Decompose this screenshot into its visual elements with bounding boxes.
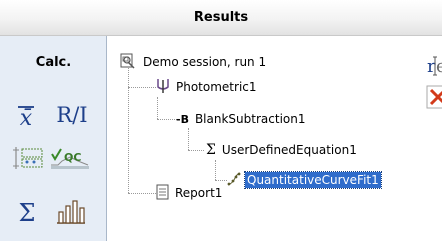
tree-node-photometric[interactable]: Photometric1 (156, 78, 259, 96)
tree-node-label: QuantitativeCurveFit1 (244, 171, 382, 189)
tree-connector (215, 160, 216, 180)
tree-node-blank-subtraction[interactable]: -B BlankSubtraction1 (176, 110, 307, 128)
delete-button[interactable] (426, 84, 442, 110)
svg-text:Σ: Σ (19, 199, 36, 226)
tree-connector (215, 180, 227, 181)
results-title: Results (193, 10, 249, 25)
matrix-tool-icon[interactable] (12, 147, 44, 169)
tree-node-label: Photometric1 (176, 80, 257, 94)
tree-connector (157, 97, 158, 119)
tree-node-label: UserDefinedEquation1 (221, 143, 357, 157)
svg-text:e: e (436, 56, 442, 77)
tree-connector (157, 119, 177, 120)
tree-node-report[interactable]: Report1 (156, 184, 224, 202)
sigma-icon: Σ (206, 142, 216, 158)
photometric-icon (156, 78, 170, 97)
svg-text:R/I: R/I (56, 103, 87, 127)
tree-connector (188, 150, 204, 151)
bar-chart-icon[interactable] (56, 198, 86, 224)
tree-node-label: Report1 (175, 186, 223, 200)
tree-connector (128, 63, 129, 193)
report-icon (156, 184, 169, 203)
session-icon (119, 53, 137, 72)
sum-icon[interactable]: Σ (14, 196, 40, 227)
tree-connector (128, 193, 156, 194)
svg-text:x̄: x̄ (20, 106, 33, 128)
results-header: Results (0, 0, 442, 36)
tree-node-label: BlankSubtraction1 (194, 112, 306, 126)
tree-node-label: Demo session, run 1 (143, 55, 267, 69)
tree-node-user-defined-equation[interactable]: Σ UserDefinedEquation1 (206, 141, 359, 159)
tree-connector (128, 87, 156, 88)
qc-icon[interactable]: QC (50, 147, 90, 169)
results-tree: Demo session, run 1 Photometric1 -B Blan… (108, 36, 442, 241)
rename-button[interactable]: r e (426, 52, 442, 78)
tree-connector (188, 128, 189, 150)
tree-node-session[interactable]: Demo session, run 1 (119, 53, 268, 71)
ratio-icon[interactable]: R/I (48, 98, 96, 128)
calc-title: Calc. (35, 55, 72, 70)
curve-fit-icon (227, 172, 241, 189)
tree-node-quantitative-curve-fit[interactable]: QuantitativeCurveFit1 (227, 171, 382, 189)
calc-panel: Calc. x̄ R/I QC Σ (0, 36, 107, 241)
svg-text:QC: QC (64, 151, 81, 164)
delete-icon (426, 85, 442, 109)
rename-text-icon: r e (427, 56, 442, 77)
mean-icon[interactable]: x̄ (14, 98, 38, 131)
blank-subtraction-icon: -B (176, 112, 189, 126)
